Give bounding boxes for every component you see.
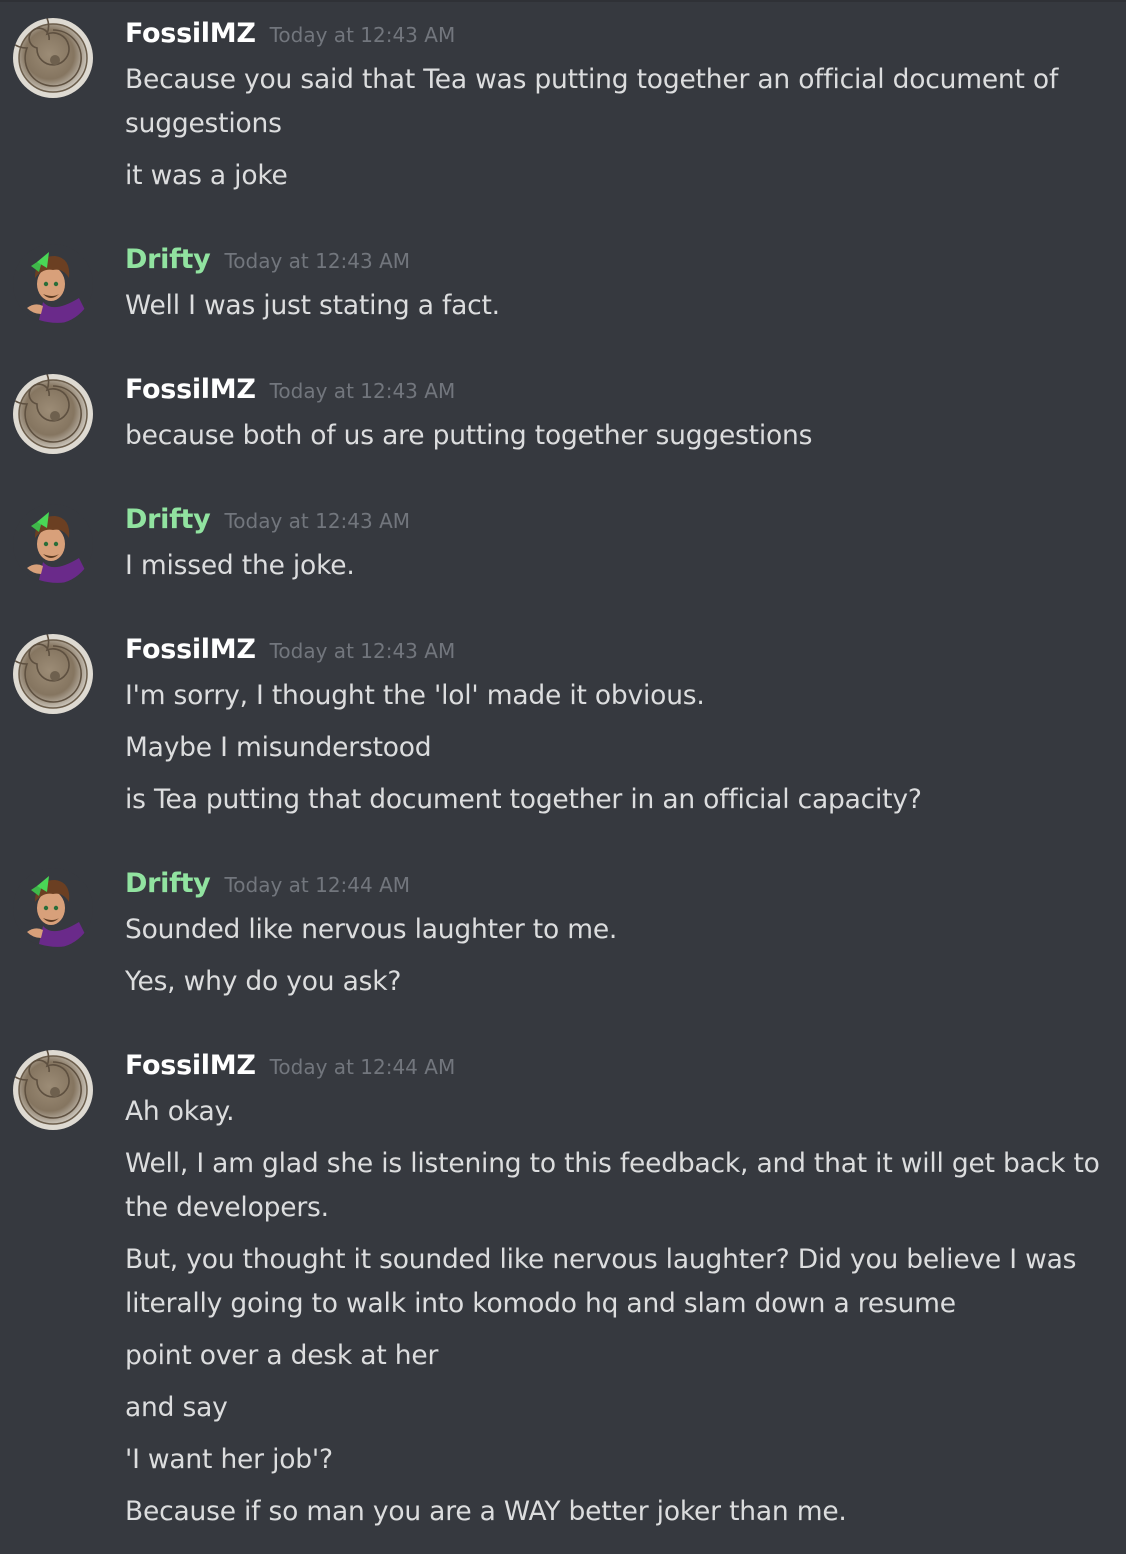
timestamp[interactable]: Today at 12:44 AM	[270, 1055, 456, 1079]
message-group: FossilMZ Today at 12:43 AM I'm sorry, I t…	[0, 616, 1126, 836]
username[interactable]: FossilMZ	[125, 18, 256, 49]
message-group: FossilMZ Today at 12:43 AM Because you sa…	[0, 0, 1126, 220]
message-header: Drifty Today at 12:43 AM	[125, 504, 410, 544]
message-text: Maybe I misunderstood	[125, 732, 432, 763]
username[interactable]: FossilMZ	[125, 634, 256, 665]
message-group: Drifty Today at 12:44 AM Sounded like ner…	[0, 850, 1126, 1020]
chat-messages: FossilMZ Today at 12:43 AM Because you sa…	[0, 0, 1126, 1554]
message-header: Drifty Today at 12:44 AM	[125, 868, 410, 908]
message-text: I'm sorry, I thought the 'lol' made it o…	[125, 680, 705, 711]
timestamp[interactable]: Today at 12:44 AM	[224, 873, 410, 897]
message-text: point over a desk at her	[125, 1340, 439, 1371]
message-group: Drifty Today at 12:43 AM I missed the jok…	[0, 486, 1126, 606]
message-group: FossilMZ Today at 12:43 AM because both o…	[0, 356, 1126, 476]
timestamp[interactable]: Today at 12:43 AM	[270, 639, 456, 663]
message-header: FossilMZ Today at 12:43 AM	[125, 634, 455, 674]
ammonite-fossil-avatar[interactable]	[13, 18, 93, 98]
message-text: and say	[125, 1392, 228, 1423]
ammonite-fossil-avatar[interactable]	[13, 1050, 93, 1130]
message-text: But, you thought it sounded like nervous…	[125, 1244, 1077, 1319]
username[interactable]: Drifty	[125, 868, 211, 899]
message-header: FossilMZ Today at 12:44 AM	[125, 1050, 455, 1090]
message-text: Yes, why do you ask?	[125, 966, 402, 997]
message-text: I missed the joke.	[125, 550, 355, 581]
message-text: Ah okay.	[125, 1096, 235, 1127]
ammonite-fossil-avatar[interactable]	[13, 374, 93, 454]
message-header: FossilMZ Today at 12:43 AM	[125, 374, 455, 414]
timestamp[interactable]: Today at 12:43 AM	[270, 23, 456, 47]
cartoon-character-avatar[interactable]	[13, 868, 93, 948]
cartoon-character-avatar[interactable]	[13, 244, 93, 324]
cartoon-character-avatar[interactable]	[13, 504, 93, 584]
message-header: Drifty Today at 12:43 AM	[125, 244, 410, 284]
message-text: Because if so man you are a WAY better j…	[125, 1496, 847, 1527]
message-text: Well, I am glad she is listening to this…	[125, 1148, 1100, 1223]
username[interactable]: FossilMZ	[125, 374, 256, 405]
message-text: because both of us are putting together …	[125, 420, 813, 451]
message-header: FossilMZ Today at 12:43 AM	[125, 18, 455, 58]
timestamp[interactable]: Today at 12:43 AM	[270, 379, 456, 403]
message-text: it was a joke	[125, 160, 288, 191]
message-text: is Tea putting that document together in…	[125, 784, 922, 815]
message-group: Drifty Today at 12:43 AM Well I was just …	[0, 226, 1126, 346]
message-text: Because you said that Tea was putting to…	[125, 64, 1059, 139]
ammonite-fossil-avatar[interactable]	[13, 634, 93, 714]
message-group: FossilMZ Today at 12:44 AM Ah okay. Well,…	[0, 1032, 1126, 1552]
message-text: Sounded like nervous laughter to me.	[125, 914, 618, 945]
username[interactable]: Drifty	[125, 244, 211, 275]
username[interactable]: FossilMZ	[125, 1050, 256, 1081]
message-text: Well I was just stating a fact.	[125, 290, 500, 321]
message-text: 'I want her job'?	[125, 1444, 333, 1475]
timestamp[interactable]: Today at 12:43 AM	[224, 249, 410, 273]
timestamp[interactable]: Today at 12:43 AM	[224, 509, 410, 533]
username[interactable]: Drifty	[125, 504, 211, 535]
